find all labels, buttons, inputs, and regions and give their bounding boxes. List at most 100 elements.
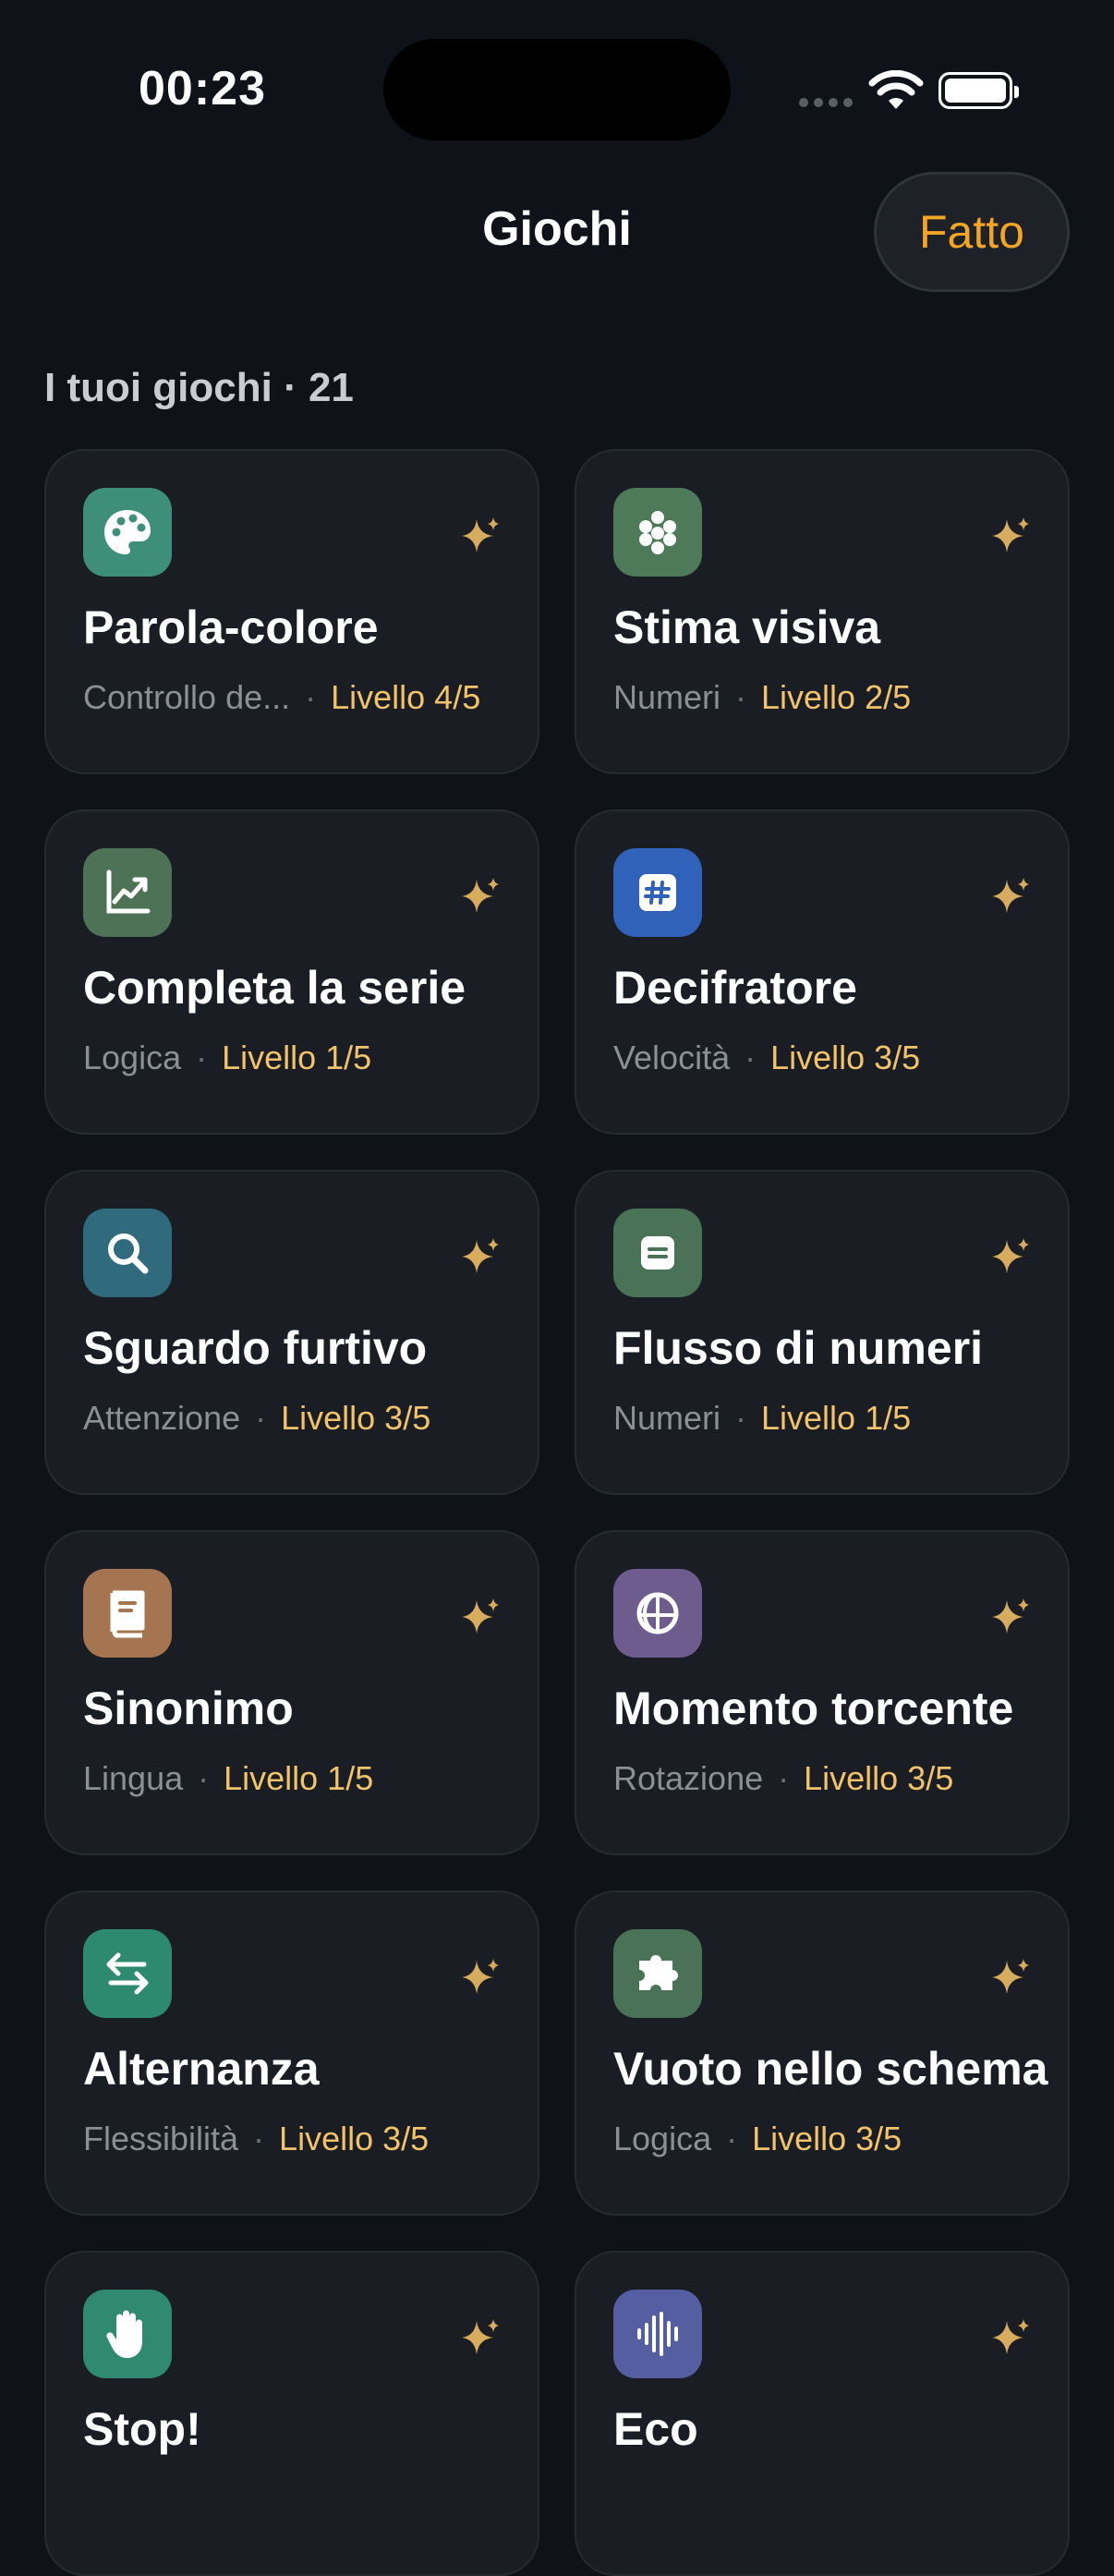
separator-dot: · [196,1039,208,1076]
game-level: Livello 1/5 [224,1759,374,1797]
game-category: Logica [613,2120,712,2157]
sparkle-icon [462,517,499,553]
game-level: Livello 1/5 [222,1039,372,1076]
game-icon-box [613,2290,702,2378]
game-icon-box [613,1209,702,1297]
separator-dot: · [745,1039,757,1076]
game-meta: Logica · Livello 3/5 [613,2120,902,2158]
separator-dot: · [253,2120,265,2157]
game-icon-box [83,1569,172,1658]
sparkle-icon [992,2319,1029,2354]
game-level: Livello 3/5 [281,1399,431,1437]
status-bar: 00:23 [0,0,1114,176]
game-icon-box [83,1209,172,1297]
game-category: Lingua [83,1759,184,1797]
sparkle-icon [992,878,1029,913]
magnifier-icon [108,1233,149,1274]
sparkle-icon [462,2319,499,2354]
game-icon-box [613,1569,702,1658]
game-level: Livello 2/5 [761,678,912,716]
game-level: Livello 3/5 [752,2120,902,2157]
dynamic-island [383,39,731,140]
game-title: Stima visiva [613,601,881,653]
game-meta: Flessibilità · Livello 3/5 [83,2120,429,2158]
games-grid: Parola-colore Controllo de... · Livello 4/… [44,449,1070,2576]
separator-dot: · [198,1759,210,1797]
sparkle-icon [462,1959,499,1994]
game-card[interactable]: Decifratore Velocità · Livello 3/5 [575,809,1070,1135]
game-meta: Numeri · Livello 2/5 [613,678,911,717]
game-card[interactable]: Stop! [44,2251,539,2576]
hashtag-icon [639,874,676,911]
game-category: Flessibilità [83,2120,239,2157]
battery-icon [938,72,1019,109]
game-card[interactable]: Vuoto nello schema Logica · Livello 3/5 [575,1890,1070,2216]
game-category: Numeri [613,1399,721,1437]
note-icon [641,1236,674,1270]
game-category: Velocità [613,1039,731,1076]
game-icon-box [613,848,702,937]
game-meta: Numeri · Livello 1/5 [613,1399,911,1438]
palette-icon [104,510,151,554]
game-meta: Velocità · Livello 3/5 [613,1039,920,1077]
game-title: Flusso di numeri [613,1322,984,1374]
waveform-icon [637,2312,678,2356]
dots-cluster-icon [639,511,676,554]
game-card[interactable]: Stima visiva Numeri · Livello 2/5 [575,449,1070,774]
cellular-signal-icon [799,98,853,107]
game-title: Momento torcente [613,1683,1014,1734]
game-title: Alternanza [83,2043,320,2095]
game-category: Controllo de... [83,678,291,716]
game-card[interactable]: Sguardo furtivo Attenzione · Livello 3/5 [44,1170,539,1495]
game-card[interactable]: Eco [575,2251,1070,2576]
game-card[interactable]: Alternanza Flessibilità · Livello 3/5 [44,1890,539,2216]
game-icon-box [83,2290,172,2378]
section-header: I tuoi giochi · 21 [44,365,354,410]
game-card[interactable]: Flusso di numeri Numeri · Livello 1/5 [575,1170,1070,1495]
done-button[interactable]: Fatto [874,172,1070,292]
wifi-icon [868,70,924,109]
sparkle-icon [462,1598,499,1634]
sparkle-icon [992,1598,1029,1634]
sparkle-icon [462,1238,499,1273]
separator-dot: · [255,1399,267,1437]
separator-dot: · [735,1399,747,1437]
game-title: Eco [613,2403,698,2455]
game-card[interactable]: Sinonimo Lingua · Livello 1/5 [44,1530,539,1855]
game-title: Sguardo furtivo [83,1322,428,1374]
game-category: Numeri [613,678,721,716]
separator-dot: · [726,2120,738,2157]
sparkle-icon [992,517,1029,553]
game-meta: Rotazione · Livello 3/5 [613,1759,953,1798]
game-icon-box [83,1929,172,2018]
game-icon-box [613,1929,702,2018]
game-level: Livello 3/5 [804,1759,954,1797]
game-card[interactable]: Completa la serie Logica · Livello 1/5 [44,809,539,1135]
swap-arrows-icon [106,1952,149,1995]
separator-dot: · [305,678,317,716]
game-card[interactable]: Momento torcente Rotazione · Livello 3/5 [575,1530,1070,1855]
sparkle-icon [992,1238,1029,1273]
game-meta: Logica · Livello 1/5 [83,1039,371,1077]
separator-dot: · [735,678,747,716]
status-time: 00:23 [139,62,266,115]
game-category: Rotazione [613,1759,764,1797]
game-title: Completa la serie [83,962,466,1014]
sparkle-icon [992,1959,1029,1994]
game-level: Livello 3/5 [770,1039,921,1076]
game-icon-box [83,488,172,577]
game-title: Parola-colore [83,601,379,653]
game-title: Stop! [83,2403,201,2455]
game-meta: Lingua · Livello 1/5 [83,1759,373,1798]
game-icon-box [613,488,702,577]
puzzle-icon [639,1955,678,1990]
game-category: Logica [83,1039,182,1076]
globe-icon [636,1592,679,1634]
game-title: Sinonimo [83,1683,294,1734]
game-title: Vuoto nello schema [613,2043,1048,2095]
game-level: Livello 3/5 [279,2120,430,2157]
hand-icon [106,2310,142,2358]
game-meta: Attenzione · Livello 3/5 [83,1399,430,1438]
game-meta: Controllo de... · Livello 4/5 [83,678,480,717]
game-card[interactable]: Parola-colore Controllo de... · Livello 4/… [44,449,539,774]
